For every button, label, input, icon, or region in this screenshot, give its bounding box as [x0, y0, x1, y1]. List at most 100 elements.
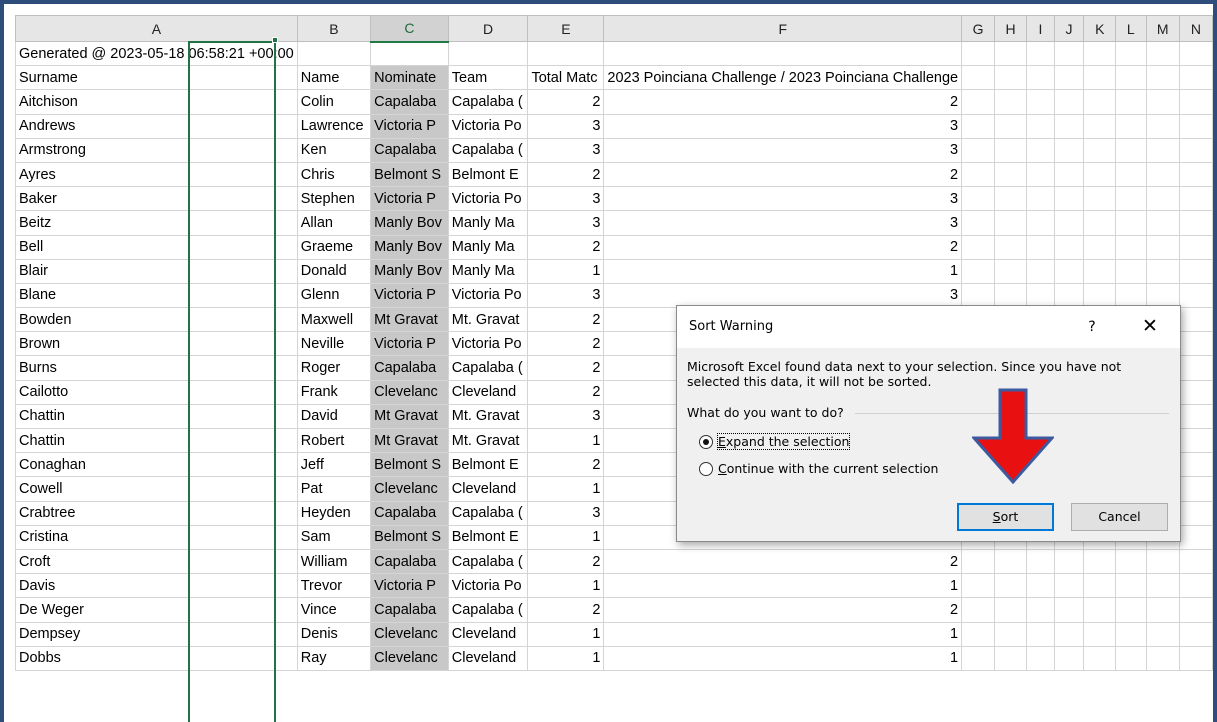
- data-cell[interactable]: Trevor: [296, 573, 372, 599]
- cell[interactable]: [961, 161, 995, 188]
- header-cell[interactable]: Nominate: [370, 65, 449, 91]
- cell[interactable]: [1178, 137, 1213, 163]
- cell[interactable]: [1178, 573, 1213, 599]
- data-cell[interactable]: Capalaba (: [447, 597, 529, 623]
- cell[interactable]: [1115, 573, 1147, 599]
- data-cell[interactable]: 2: [527, 452, 605, 478]
- cell[interactable]: [1026, 573, 1055, 599]
- cell[interactable]: [993, 137, 1028, 163]
- data-cell[interactable]: Mt. Gravat: [447, 427, 529, 454]
- data-cell[interactable]: Sam: [296, 524, 372, 550]
- data-cell[interactable]: Manly Ma: [447, 234, 529, 260]
- cell[interactable]: [1083, 40, 1117, 67]
- data-cell[interactable]: Jeff: [296, 452, 372, 478]
- cell[interactable]: [1083, 186, 1117, 212]
- cell[interactable]: [1115, 548, 1147, 575]
- data-cell[interactable]: 1: [527, 258, 605, 284]
- data-cell[interactable]: Victoria Po: [447, 186, 529, 212]
- data-cell[interactable]: Capalaba: [370, 500, 449, 526]
- data-cell[interactable]: Maxwell: [296, 307, 372, 333]
- cell[interactable]: [993, 573, 1028, 599]
- cell[interactable]: [1178, 355, 1213, 381]
- data-cell[interactable]: Cleveland: [447, 645, 529, 671]
- data-cell[interactable]: Blair: [15, 258, 298, 284]
- data-cell[interactable]: 1: [527, 573, 605, 599]
- data-cell[interactable]: Cleveland: [447, 379, 529, 405]
- data-cell[interactable]: Mt Gravat: [370, 307, 449, 333]
- cell[interactable]: [1053, 113, 1085, 139]
- column-header-d[interactable]: D: [447, 15, 529, 42]
- data-cell[interactable]: Manly Ma: [447, 210, 529, 236]
- cell[interactable]: [1145, 282, 1180, 309]
- cell[interactable]: [961, 573, 995, 599]
- header-cell[interactable]: Team: [447, 65, 529, 91]
- data-cell[interactable]: Mt. Gravat: [447, 307, 529, 333]
- data-cell[interactable]: Graeme: [296, 234, 372, 260]
- data-cell[interactable]: 1: [603, 621, 963, 647]
- cell[interactable]: [1178, 597, 1213, 623]
- data-cell[interactable]: Armstrong: [15, 137, 298, 163]
- cell[interactable]: [1145, 234, 1180, 260]
- column-header-c[interactable]: C: [370, 15, 449, 43]
- data-cell[interactable]: Manly Bov: [370, 210, 449, 236]
- data-cell[interactable]: Clevelanc: [370, 476, 449, 502]
- cell[interactable]: [1026, 210, 1055, 236]
- data-cell[interactable]: Victoria Po: [447, 282, 529, 309]
- cell[interactable]: [1083, 113, 1117, 139]
- generated-timestamp-cell[interactable]: Generated @ 2023-05-18 06:58:21 +00:00: [15, 40, 298, 67]
- data-cell[interactable]: Blane: [15, 282, 298, 309]
- data-cell[interactable]: 3: [603, 186, 963, 212]
- cell[interactable]: [1115, 137, 1147, 163]
- data-cell[interactable]: Manly Bov: [370, 234, 449, 260]
- data-cell[interactable]: 2: [527, 355, 605, 381]
- data-cell[interactable]: Victoria P: [370, 331, 449, 357]
- data-cell[interactable]: Conaghan: [15, 452, 298, 478]
- data-cell[interactable]: 2: [603, 89, 963, 115]
- cell[interactable]: [1115, 597, 1147, 623]
- data-cell[interactable]: 2: [527, 331, 605, 357]
- data-cell[interactable]: Capalaba: [370, 137, 449, 163]
- data-cell[interactable]: De Weger: [15, 597, 298, 623]
- column-header-i[interactable]: I: [1026, 15, 1055, 42]
- column-header-g[interactable]: G: [961, 15, 995, 42]
- data-cell[interactable]: Cleveland: [447, 621, 529, 647]
- data-cell[interactable]: Clevelanc: [370, 645, 449, 671]
- data-cell[interactable]: Belmont E: [447, 524, 529, 550]
- cell[interactable]: [1115, 113, 1147, 139]
- cell[interactable]: [1178, 282, 1213, 309]
- cell[interactable]: [1115, 40, 1147, 67]
- cell[interactable]: [961, 137, 995, 163]
- cell[interactable]: [447, 40, 529, 67]
- data-cell[interactable]: Ken: [296, 137, 372, 163]
- cell[interactable]: [1178, 645, 1213, 671]
- cell[interactable]: [1026, 161, 1055, 188]
- data-cell[interactable]: Victoria P: [370, 573, 449, 599]
- cell[interactable]: [1178, 500, 1213, 526]
- cell[interactable]: [1178, 524, 1213, 550]
- cell[interactable]: [370, 40, 449, 67]
- column-header-h[interactable]: H: [993, 15, 1028, 42]
- data-cell[interactable]: Capalaba (: [447, 137, 529, 163]
- data-cell[interactable]: 3: [527, 282, 605, 309]
- cell[interactable]: [1145, 137, 1180, 163]
- data-cell[interactable]: Manly Bov: [370, 258, 449, 284]
- cell[interactable]: [1178, 234, 1213, 260]
- cell[interactable]: [1145, 113, 1180, 139]
- cell[interactable]: [1178, 113, 1213, 139]
- data-cell[interactable]: Clevelanc: [370, 621, 449, 647]
- cell[interactable]: [1145, 597, 1180, 623]
- data-cell[interactable]: Baker: [15, 186, 298, 212]
- data-cell[interactable]: Glenn: [296, 282, 372, 309]
- data-cell[interactable]: 3: [527, 137, 605, 163]
- data-cell[interactable]: David: [296, 403, 372, 430]
- cell[interactable]: [1026, 258, 1055, 284]
- column-header-f[interactable]: F: [603, 15, 963, 42]
- cell[interactable]: [1178, 476, 1213, 502]
- cancel-button[interactable]: Cancel: [1071, 503, 1168, 531]
- cell[interactable]: [993, 645, 1028, 671]
- cell[interactable]: [1026, 645, 1055, 671]
- cell[interactable]: [1026, 40, 1055, 67]
- cell[interactable]: [1178, 621, 1213, 647]
- cell[interactable]: [961, 548, 995, 575]
- cell[interactable]: [1026, 65, 1055, 91]
